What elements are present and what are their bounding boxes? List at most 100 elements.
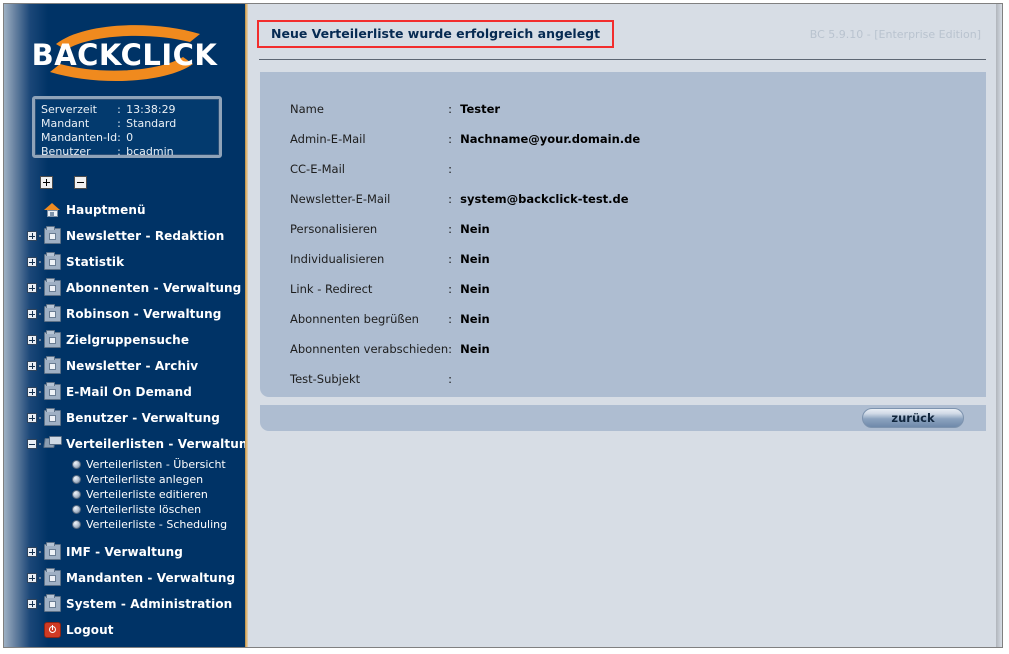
main-content: Neue Verteilerliste wurde erfolgreich an… <box>248 4 998 647</box>
sidebar-item-label: Abonnenten - Verwaltung <box>66 281 242 295</box>
detail-colon: : <box>448 162 453 176</box>
sidebar-item-benutzer-verwaltung[interactable]: Benutzer - Verwaltung <box>4 405 245 431</box>
folder-icon <box>44 356 61 374</box>
expand-icon[interactable] <box>27 361 37 371</box>
server-info-row: Mandant : Standard <box>41 117 176 131</box>
detail-key: Abonnenten verabschieden <box>290 342 449 356</box>
detail-key: CC-E-Mail <box>290 162 345 176</box>
detail-colon: : <box>448 192 453 206</box>
expand-icon[interactable] <box>27 599 37 609</box>
sidebar-item-statistik[interactable]: Statistik <box>4 249 245 275</box>
expand-all-icon[interactable] <box>40 176 53 189</box>
detail-colon: : <box>448 252 453 266</box>
expand-icon[interactable] <box>27 309 37 319</box>
sidebar-item-label: Benutzer - Verwaltung <box>66 411 220 425</box>
tree-dot-icon <box>39 261 41 263</box>
server-info-colon: : <box>117 117 121 130</box>
table-row: Admin-E-Mail : Nachname@your.domain.de <box>290 124 640 154</box>
sidebar-item-newsletter-redaktion[interactable]: Newsletter - Redaktion <box>4 223 245 249</box>
server-info-row: Mandanten-Id : 0 <box>41 131 176 145</box>
sidebar-item-imf-verwaltung[interactable]: IMF - Verwaltung <box>4 539 245 565</box>
folder-icon <box>44 382 61 400</box>
sidebar-item-logout[interactable]: Logout <box>4 617 245 643</box>
detail-key: Link - Redirect <box>290 282 373 296</box>
folder-icon <box>44 304 61 322</box>
sidebar-item-label: Zielgruppensuche <box>66 333 190 347</box>
logo-text: BACKCLICK <box>31 38 218 72</box>
server-info-row: Serverzeit : 13:38:29 <box>41 103 176 117</box>
folder-icon <box>44 408 61 426</box>
sidebar-item-hauptmenu[interactable]: Hauptmenü <box>4 197 245 223</box>
sidebar-subitem-verteilerlisten-uebersicht[interactable]: Verteilerlisten - Übersicht <box>4 457 245 472</box>
expand-icon[interactable] <box>27 283 37 293</box>
sidebar-item-label: System - Administration <box>66 597 233 611</box>
server-info-value: 13:38:29 <box>126 103 176 116</box>
server-info-colon: : <box>117 103 121 116</box>
sidebar-item-zielgruppensuche[interactable]: Zielgruppensuche <box>4 327 245 353</box>
sidebar-subitem-label: Verteilerliste anlegen <box>86 473 204 486</box>
sidebar-item-newsletter-archiv[interactable]: Newsletter - Archiv <box>4 353 245 379</box>
server-info-row: Benutzer : bcadmin <box>41 145 176 159</box>
sidebar-item-abonnenten-verwaltung[interactable]: Abonnenten - Verwaltung <box>4 275 245 301</box>
sidebar-subitem-verteilerliste-editieren[interactable]: Verteilerliste editieren <box>4 487 245 502</box>
collapse-icon[interactable] <box>27 439 37 449</box>
server-info-value: 0 <box>126 131 134 144</box>
detail-value: Nein <box>460 222 490 236</box>
sidebar-item-mandanten-verwaltung[interactable]: Mandanten - Verwaltung <box>4 565 245 591</box>
sidebar-subitem-label: Verteilerliste löschen <box>86 503 202 516</box>
tree-dot-icon <box>39 603 41 605</box>
sidebar-subitem-label: Verteilerliste editieren <box>86 488 208 501</box>
sidebar-item-label: Robinson - Verwaltung <box>66 307 222 321</box>
detail-key: Name <box>290 102 324 116</box>
tree-dot-icon <box>39 313 41 315</box>
sidebar-item-label: Statistik <box>66 255 125 269</box>
table-row: CC-E-Mail : <box>290 154 640 184</box>
bullet-icon <box>72 460 81 469</box>
folder-icon <box>44 330 61 348</box>
server-info-key: Mandant <box>41 117 90 130</box>
expand-icon[interactable] <box>27 573 37 583</box>
folder-icon <box>44 542 61 560</box>
collapse-all-icon[interactable] <box>74 176 88 189</box>
detail-panel: Name : Tester Admin-E-Mail : Nachname@yo… <box>260 72 986 397</box>
detail-key: Test-Subjekt <box>290 372 361 386</box>
sidebar-item-label: Logout <box>66 623 114 637</box>
sidebar-subitem-verteilerliste-loeschen[interactable]: Verteilerliste löschen <box>4 502 245 517</box>
sidebar-item-robinson-verwaltung[interactable]: Robinson - Verwaltung <box>4 301 245 327</box>
expand-icon[interactable] <box>27 547 37 557</box>
sidebar-item-system-administration[interactable]: System - Administration <box>4 591 245 617</box>
expand-icon[interactable] <box>27 413 37 423</box>
server-info-colon: : <box>117 131 121 144</box>
tree-dot-icon <box>39 235 41 237</box>
detail-colon: : <box>448 222 453 236</box>
sidebar-item-verteilerlisten-verwaltung[interactable]: Verteilerlisten - Verwaltung <box>4 431 245 457</box>
detail-value: Tester <box>460 102 501 116</box>
server-info-key: Benutzer <box>41 145 91 158</box>
folder-icon <box>44 226 61 244</box>
button-bar: zurück <box>260 405 986 431</box>
detail-colon: : <box>448 342 453 356</box>
back-button[interactable]: zurück <box>862 408 964 428</box>
tree-dot-icon <box>39 443 41 445</box>
expand-icon[interactable] <box>27 257 37 267</box>
detail-key: Personalisieren <box>290 222 378 236</box>
sidebar-subitem-verteilerliste-scheduling[interactable]: Verteilerliste - Scheduling <box>4 517 245 532</box>
detail-value: system@backclick-test.de <box>460 192 629 206</box>
detail-colon: : <box>448 282 453 296</box>
expand-icon[interactable] <box>27 335 37 345</box>
app-logo[interactable]: BACKCLICK <box>4 18 245 90</box>
table-row: Abonnenten begrüßen : Nein <box>290 304 640 334</box>
sidebar-subitem-verteilerliste-anlegen[interactable]: Verteilerliste anlegen <box>4 472 245 487</box>
detail-key: Admin-E-Mail <box>290 132 366 146</box>
expand-icon[interactable] <box>27 387 37 397</box>
sidebar-item-label: Newsletter - Archiv <box>66 359 199 373</box>
tree-dot-icon <box>39 287 41 289</box>
table-row: Test-Subjekt : <box>290 364 640 394</box>
sidebar-item-email-on-demand[interactable]: E-Mail On Demand <box>4 379 245 405</box>
sidebar-item-label: Verteilerlisten - Verwaltung <box>66 437 245 451</box>
sidebar-menu: Hauptmenü Newsletter - Redaktion Statist… <box>4 197 245 643</box>
server-info-value: Standard <box>126 117 177 130</box>
table-row: Name : Tester <box>290 94 640 124</box>
header-divider <box>259 59 986 60</box>
expand-icon[interactable] <box>27 231 37 241</box>
